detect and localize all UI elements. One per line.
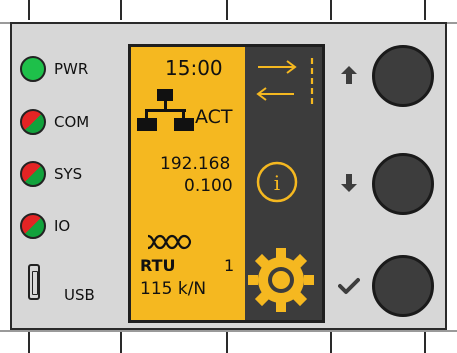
led-label: COM (54, 113, 90, 131)
gear-icon (248, 248, 314, 312)
usb-label: USB (64, 286, 95, 304)
up-button[interactable] (372, 45, 434, 107)
clock-time: 15:00 (165, 56, 223, 80)
rail-tick (226, 332, 228, 353)
rail-tick (120, 332, 122, 353)
sys-led-indicator (20, 161, 46, 187)
network-status: ACT (195, 106, 233, 128)
led-label: SYS (54, 165, 83, 183)
ok-button[interactable] (372, 255, 434, 317)
rail-tick (330, 332, 332, 353)
down-button[interactable] (372, 153, 434, 215)
led-label: PWR (54, 60, 89, 78)
svg-text:i: i (274, 171, 280, 195)
rail-tick (226, 0, 228, 20)
rail-tick (424, 0, 426, 20)
info-icon: i (256, 161, 298, 203)
led-io: IO (20, 211, 70, 241)
arrow-up-icon (341, 66, 357, 84)
tx-rx-arrows-icon (256, 58, 314, 104)
bus-chain-icon (147, 234, 192, 250)
com-led-indicator (20, 109, 46, 135)
network-icon (137, 89, 194, 131)
led-com: COM (20, 107, 89, 137)
rail-tick (28, 0, 30, 20)
arrow-down-icon (341, 174, 357, 192)
top-rail (0, 0, 457, 24)
pwr-led-indicator (20, 56, 46, 82)
ip-address-line1: 192.168 (160, 154, 231, 174)
led-sys: SYS (20, 159, 82, 189)
rail-tick (424, 332, 426, 353)
usb-port[interactable] (28, 264, 40, 300)
baud-rate: 115 k/N (140, 279, 207, 299)
ip-address-line2: 0.100 (184, 176, 233, 196)
rail-tick (330, 0, 332, 20)
protocol-label: RTU (140, 256, 176, 275)
bottom-rail (0, 330, 457, 353)
rail-tick (28, 332, 30, 353)
led-label: IO (54, 217, 71, 235)
checkmark-icon (338, 278, 360, 294)
rail-tick (120, 0, 122, 20)
io-led-indicator (20, 213, 46, 239)
led-pwr: PWR (20, 54, 88, 84)
device-address: 1 (224, 256, 235, 275)
